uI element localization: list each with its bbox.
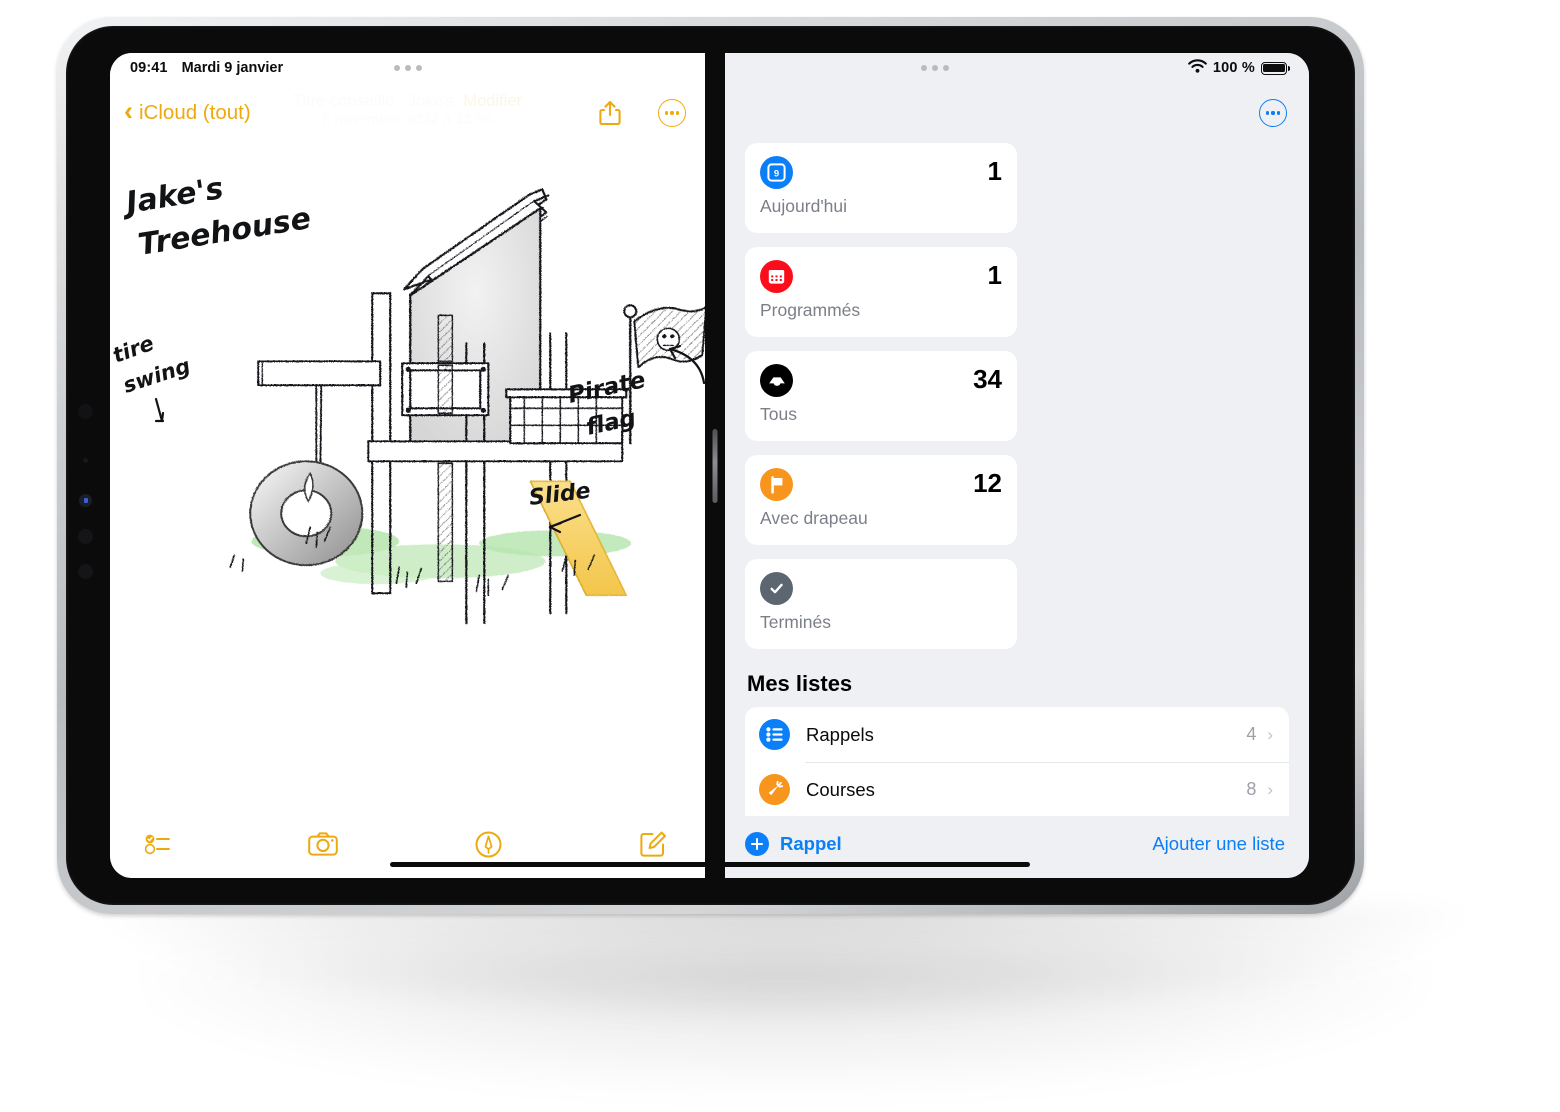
mic-sensor-icon [83, 458, 88, 463]
device-shadow-lower [150, 960, 1420, 1090]
smart-card-label: Avec drapeau [760, 508, 868, 528]
smart-card-scheduled[interactable]: 1 Programmés [745, 247, 1017, 337]
reminders-content: 9 1 Aujourd'hui 1 Programmés 34 Tous 12 … [725, 143, 1309, 816]
compose-tool[interactable] [633, 827, 673, 861]
more-ellipsis-icon[interactable] [657, 98, 687, 128]
wifi-icon [1188, 58, 1207, 78]
battery-icon [1261, 61, 1290, 75]
notes-header: ‹ iCloud (tout) Titre conseillé : Joke's… [110, 83, 705, 143]
add-reminder-label: Rappel [780, 833, 842, 854]
smart-card-count: 1 [987, 156, 1002, 186]
reminders-pane: 100 % 9 1 Aujourd'hui 1 Programmés 34 To… [725, 53, 1309, 878]
add-reminder-button[interactable]: Rappel [745, 832, 842, 856]
back-label: iCloud (tout) [139, 101, 251, 124]
multitasking-dots-button[interactable] [393, 65, 422, 71]
markup-tool[interactable] [468, 827, 508, 861]
list-item-count: 8 [1246, 779, 1257, 799]
reminders-header [725, 83, 1309, 143]
list-item-courses[interactable]: Courses 8 › [745, 762, 1289, 816]
proximity-sensor-icon [78, 564, 93, 579]
screenshot-stage: 09:41 Mardi 9 janvier ‹ iCloud (tout) Ti… [0, 0, 1560, 1112]
ambient-sensor-icon [78, 529, 93, 544]
smart-card-all[interactable]: 34 Tous [745, 351, 1017, 441]
list-bullet-icon [759, 719, 790, 750]
notes-status-bar: 09:41 Mardi 9 janvier [110, 53, 705, 83]
front-camera-icon [79, 494, 92, 507]
camera-sensor-icon [78, 404, 93, 419]
device-bezel: 09:41 Mardi 9 janvier ‹ iCloud (tout) Ti… [66, 26, 1355, 905]
chevron-right-icon: › [1267, 725, 1273, 744]
checklist-tool[interactable] [138, 827, 178, 861]
calendar-day-icon: 9 [760, 156, 793, 189]
back-to-icloud-button[interactable]: ‹ iCloud (tout) [124, 96, 251, 126]
reminders-toolbar: Rappel Ajouter une liste [725, 816, 1309, 878]
chevron-right-icon: › [1267, 780, 1273, 799]
carrot-icon [759, 774, 790, 805]
plus-circle-icon [745, 832, 769, 856]
flag-icon [760, 468, 793, 501]
smart-card-label: Aujourd'hui [760, 196, 848, 216]
my-lists-card: Rappels 4 › Courses 8 › [745, 707, 1289, 816]
calendar-icon [760, 260, 793, 293]
battery-percent: 100 % [1212, 60, 1255, 76]
chevron-left-icon: ‹ [124, 96, 133, 126]
note-sketch-canvas[interactable]: Jake's Treehouse tire swing Pirate flag … [110, 143, 705, 816]
smart-card-label: Tous [760, 404, 797, 424]
camera-tool[interactable] [303, 827, 343, 861]
treehouse-sketch: Jake's Treehouse tire swing Pirate flag … [110, 171, 705, 625]
check-icon [760, 572, 793, 605]
suggested-title-modify-link[interactable]: Modifier [463, 92, 522, 110]
notes-toolbar [110, 816, 705, 878]
smart-card-count: 12 [973, 468, 1002, 498]
split-view-divider[interactable] [705, 53, 725, 878]
status-time: 09:41 [130, 60, 168, 76]
smart-card-completed[interactable]: Terminés [745, 559, 1017, 649]
smart-card-count: 1 [987, 260, 1002, 290]
my-lists-heading: Mes listes [747, 671, 853, 696]
smart-card-label: Terminés [760, 612, 831, 632]
smart-card-today[interactable]: 9 1 Aujourd'hui [745, 143, 1017, 233]
list-item-rappels[interactable]: Rappels 4 › [745, 707, 1289, 762]
add-list-button[interactable]: Ajouter une liste [1152, 833, 1285, 855]
multitasking-dots-button-right[interactable] [921, 65, 950, 71]
smart-card-count: 34 [973, 364, 1002, 394]
smart-card-label: Programmés [760, 300, 861, 320]
inbox-icon [760, 364, 793, 397]
list-item-count: 4 [1246, 724, 1257, 744]
status-date: Mardi 9 janvier [181, 60, 284, 76]
home-indicator[interactable] [389, 862, 1030, 867]
notes-pane: 09:41 Mardi 9 janvier ‹ iCloud (tout) Ti… [110, 53, 705, 878]
split-view-handle[interactable] [712, 428, 718, 503]
screen: 09:41 Mardi 9 janvier ‹ iCloud (tout) Ti… [110, 53, 1309, 878]
list-item-label: Rappels [806, 723, 874, 745]
notes-header-actions [595, 98, 687, 128]
list-item-label: Courses [806, 778, 875, 800]
sketch-annotation-tire: tire [110, 331, 157, 368]
svg-text:9: 9 [774, 168, 779, 179]
ipad-device: 09:41 Mardi 9 janvier ‹ iCloud (tout) Ti… [57, 17, 1364, 914]
reminders-status-bar: 100 % [725, 53, 1309, 83]
more-ellipsis-icon[interactable] [1259, 99, 1287, 127]
sketch-annotation-title: Jake's [119, 171, 226, 222]
smart-card-flagged[interactable]: 12 Avec drapeau [745, 455, 1017, 545]
smart-lists-grid: 9 1 Aujourd'hui 1 Programmés 34 Tous 12 … [745, 143, 1289, 649]
share-icon[interactable] [595, 98, 625, 128]
